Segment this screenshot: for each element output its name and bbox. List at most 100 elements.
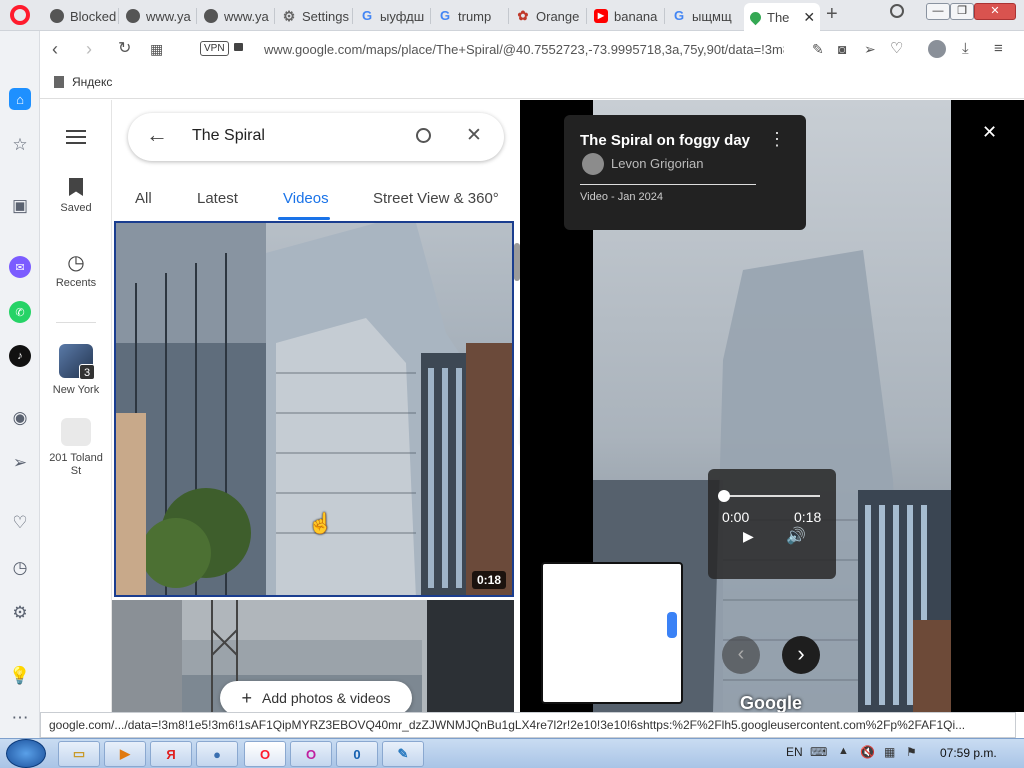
taskbar-opera-gx[interactable]: O — [290, 741, 332, 767]
tray-network-icon[interactable]: ▦ — [884, 745, 895, 759]
clock[interactable]: 07:59 p.m. — [940, 746, 997, 760]
forward-icon[interactable]: › — [86, 39, 92, 59]
tab-label: trump — [458, 8, 492, 24]
tray-expand-icon[interactable]: ▲ — [838, 745, 849, 757]
history-icon[interactable]: ◷ — [9, 557, 31, 579]
reload-icon[interactable]: ↻ — [118, 39, 131, 59]
new-tab-button[interactable]: + — [826, 3, 838, 26]
author-name[interactable]: Levon Grigorian — [611, 156, 704, 171]
tab-label: Orange — [536, 8, 580, 24]
tab-maps-active[interactable]: The ✕ — [744, 3, 820, 31]
taskbar-explorer[interactable]: ▭ — [58, 741, 100, 767]
vpn-badge[interactable]: VPN — [200, 41, 229, 56]
tabs-overview-icon[interactable]: ▦ — [150, 39, 163, 59]
tab-videos[interactable]: Videos — [283, 190, 329, 207]
recents-button[interactable]: ◷ Recents — [40, 250, 112, 289]
tab-orange[interactable]: ✿ Orange — [510, 3, 586, 29]
back-arrow-icon[interactable]: ← — [146, 122, 168, 148]
history-icon: ◷ — [67, 252, 85, 274]
tab-settings[interactable]: ⚙ Settings — [276, 3, 352, 29]
search-icon[interactable] — [416, 128, 431, 143]
tab-label: ыщмщ — [692, 8, 732, 24]
tray-volume-icon[interactable]: 🔇 — [860, 745, 875, 759]
taskbar-app[interactable]: ● — [196, 741, 238, 767]
more-icon[interactable]: ⋯ — [9, 707, 31, 729]
taskbar-yandex[interactable]: Я — [150, 741, 192, 767]
tab-search-icon[interactable] — [890, 4, 904, 18]
count-badge: 3 — [79, 364, 95, 380]
back-icon[interactable]: ‹ — [52, 39, 58, 59]
lightbulb-icon[interactable]: 💡 — [9, 665, 31, 687]
hamburger-menu-icon[interactable] — [66, 130, 86, 144]
snapshot-icon[interactable]: ◙ — [838, 39, 846, 59]
saved-button[interactable]: Saved — [40, 178, 112, 214]
edit-icon[interactable]: ✎ — [812, 39, 824, 59]
close-viewer-button[interactable]: ✕ — [982, 122, 997, 143]
volume-icon[interactable]: 🔊 — [786, 526, 806, 546]
tab-label: ыуфдш — [380, 8, 425, 24]
recent-place-new-york[interactable]: 3 New York — [40, 344, 112, 396]
tray-flag-icon[interactable]: ⚑ — [906, 745, 917, 759]
home-icon[interactable]: ⌂ — [9, 88, 31, 110]
minimize-button[interactable]: — — [926, 3, 950, 20]
messenger-icon[interactable]: ✉ — [9, 256, 31, 278]
tab-banana[interactable]: ▶ banana — [588, 3, 664, 29]
clear-search-icon[interactable]: ✕ — [466, 124, 482, 147]
google-icon: G — [673, 8, 685, 23]
author-avatar[interactable] — [582, 153, 604, 175]
gear-icon: ⚙ — [282, 8, 296, 24]
restore-button[interactable]: ❐ — [950, 3, 974, 20]
settings-icon[interactable]: ⚙ — [9, 602, 31, 624]
lock-icon[interactable] — [234, 43, 243, 51]
tiktok-icon[interactable]: ♪ — [9, 345, 31, 367]
taskbar-outlook[interactable]: 0 — [336, 741, 378, 767]
saved-label: Saved — [60, 202, 92, 214]
close-tab-icon[interactable]: ✕ — [803, 9, 815, 26]
bookmark-label: Яндекс — [72, 75, 113, 89]
tab-google-search-3[interactable]: Gыщмщ — [666, 3, 742, 29]
pegman-icon — [667, 612, 677, 638]
start-button[interactable] — [6, 739, 46, 768]
url-field[interactable]: www.google.com/maps/place/The+Spiral/@40… — [264, 42, 784, 57]
download-icon[interactable]: ⤓ — [962, 39, 969, 59]
star-icon[interactable]: ☆ — [9, 134, 31, 156]
plus-icon: + — [241, 687, 253, 708]
tab-street-view-360[interactable]: Street View & 360° — [373, 190, 499, 207]
taskbar-opera[interactable]: O — [244, 741, 286, 767]
heart-icon[interactable]: ♡ — [9, 512, 31, 534]
player-icon[interactable]: ◉ — [9, 407, 31, 429]
tab-google-search-2[interactable]: Gtrump — [432, 3, 508, 29]
previous-button[interactable]: ‹ — [722, 636, 760, 674]
language-indicator[interactable]: EN — [786, 745, 803, 759]
tab-yandex-2[interactable]: www.ya — [198, 3, 274, 29]
tab-all[interactable]: All — [135, 190, 152, 207]
tab-yandex-1[interactable]: www.ya — [120, 3, 196, 29]
tray-keyboard-icon[interactable]: ⌨ — [810, 745, 827, 759]
close-window-button[interactable]: ✕ — [974, 3, 1016, 20]
taskbar-media-player[interactable]: ▶ — [104, 741, 146, 767]
taskbar-paint[interactable]: ✎ — [382, 741, 424, 767]
next-button[interactable]: › — [782, 636, 820, 674]
share-icon[interactable]: ➢ — [864, 39, 876, 59]
profile-avatar-icon[interactable] — [928, 40, 946, 58]
seek-bar[interactable] — [724, 495, 820, 497]
whatsapp-icon[interactable]: ✆ — [9, 301, 31, 323]
send-icon[interactable]: ➢ — [9, 452, 31, 474]
tab-latest[interactable]: Latest — [197, 190, 238, 207]
opera-menu-icon[interactable] — [10, 5, 30, 25]
play-icon[interactable]: ▶ — [743, 528, 754, 545]
heart-bookmark-icon[interactable]: ♡ — [890, 39, 903, 59]
minimap[interactable] — [541, 562, 683, 704]
bag-icon[interactable]: ▣ — [9, 195, 31, 217]
more-options-icon[interactable]: ⋮ — [768, 129, 786, 150]
recent-place-201-toland[interactable]: 201 Toland St — [40, 418, 112, 478]
tab-google-search-1[interactable]: Gыуфдш — [354, 3, 430, 29]
bookmark-item-yandex[interactable]: Яндекс — [54, 75, 112, 89]
add-photos-button[interactable]: + Add photos & videos — [220, 681, 412, 712]
video-tile-selected[interactable]: ☝ 0:18 — [114, 221, 514, 597]
easy-setup-icon[interactable]: ≡ — [994, 39, 1003, 59]
recents-label: Recents — [55, 277, 97, 289]
tab-blocked[interactable]: Blocked — [44, 3, 120, 29]
seek-handle[interactable] — [718, 490, 730, 502]
search-input[interactable]: The Spiral — [192, 127, 265, 145]
